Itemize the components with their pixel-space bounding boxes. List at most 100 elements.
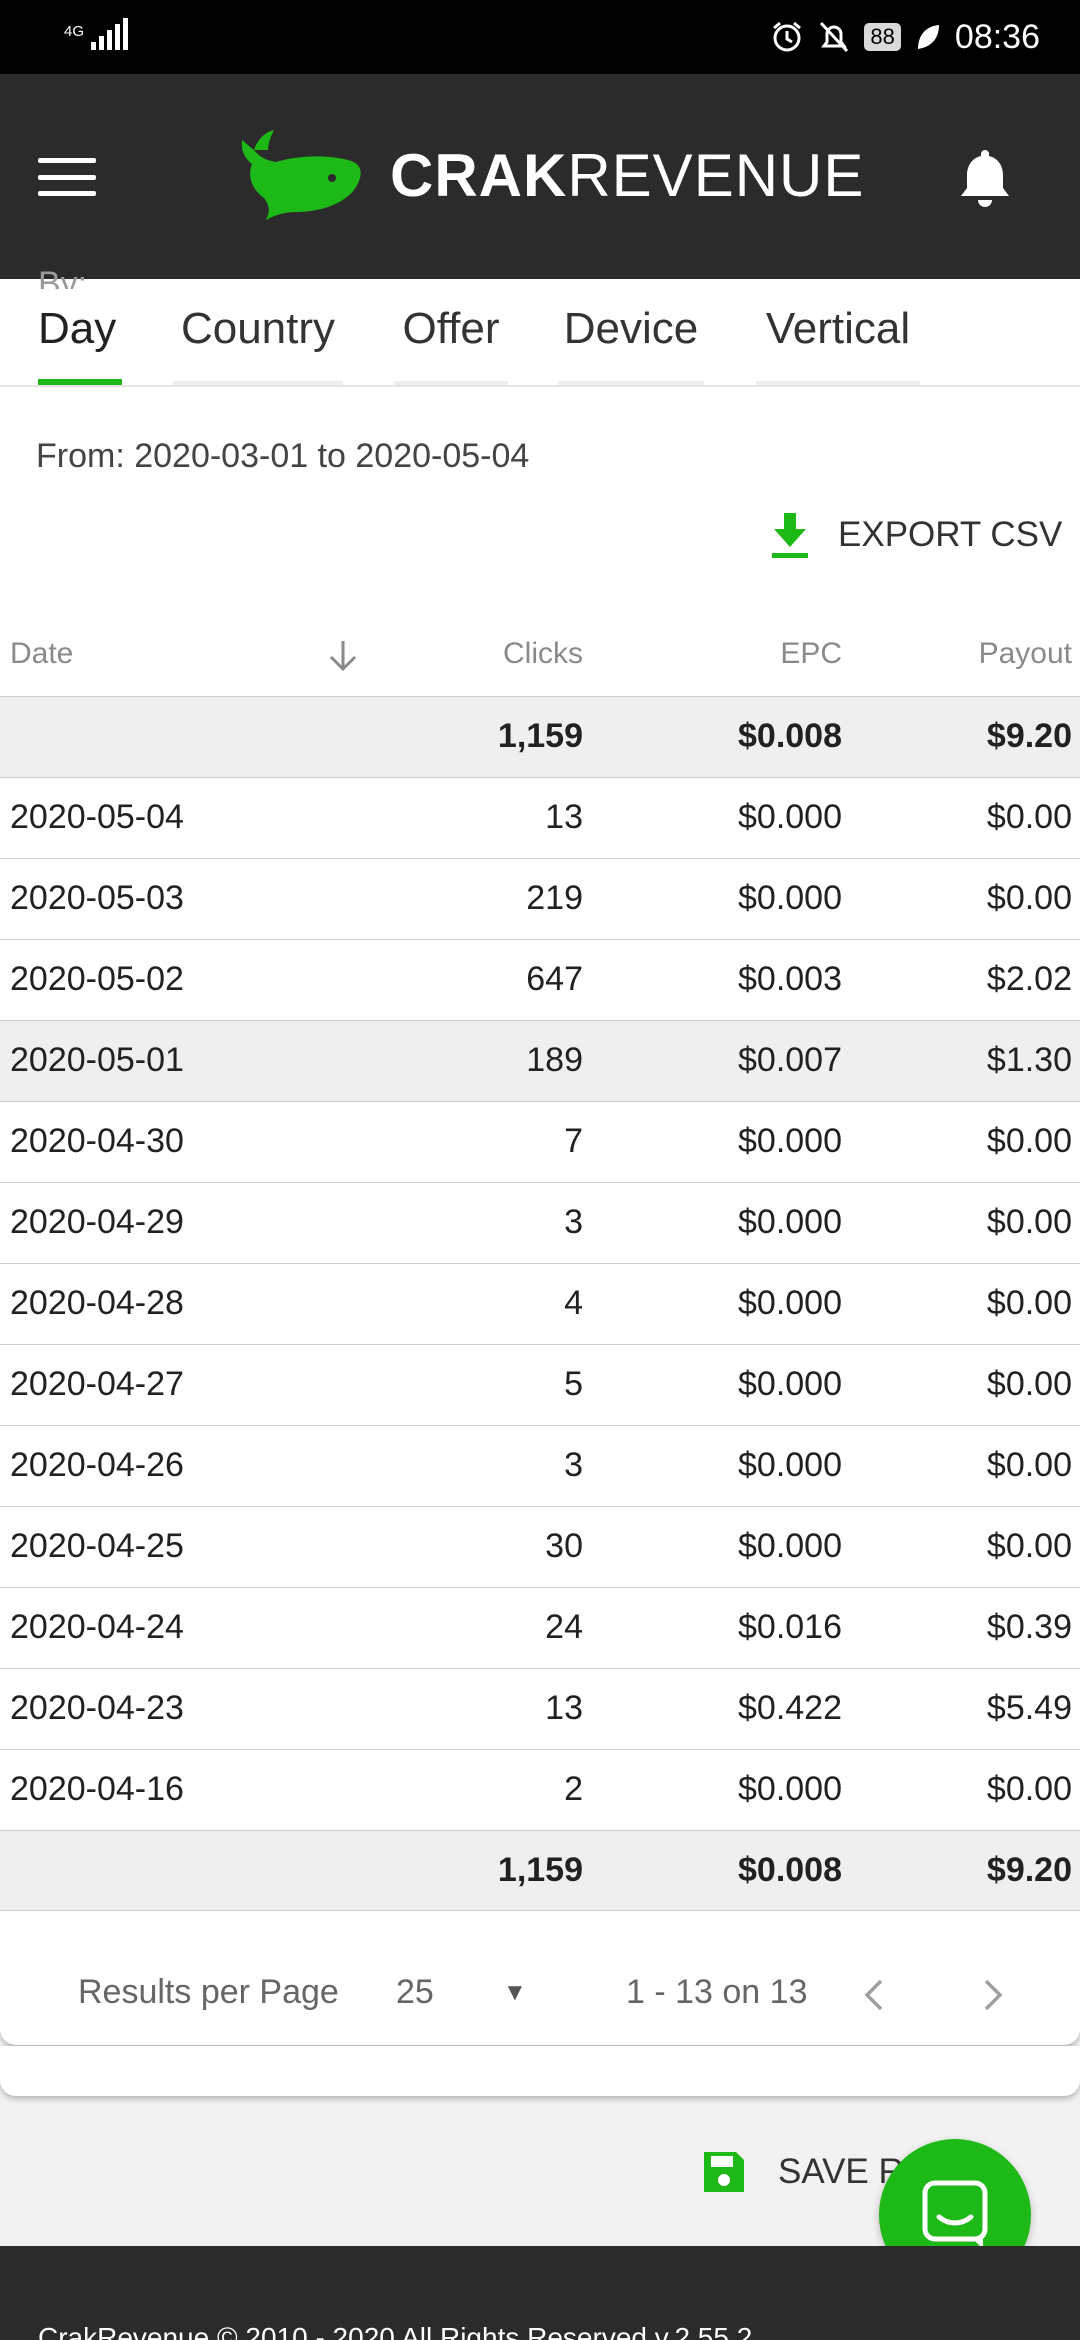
crakrevenue-logo[interactable]: CRAKREVENUE	[240, 128, 864, 222]
cell-date: 2020-04-28	[10, 1284, 184, 1322]
table-row: 2020-04-29 3 $0.000 $0.00	[0, 1182, 1080, 1263]
col-date[interactable]: Date	[10, 624, 73, 684]
dropdown-caret-icon[interactable]: ▼	[503, 1979, 527, 2007]
cell-date: 2020-04-29	[10, 1203, 184, 1241]
cell-payout: $0.00	[986, 1446, 1072, 1484]
cell-clicks: 13	[545, 1689, 583, 1727]
whale-logo-icon	[241, 130, 361, 220]
cell-clicks: 5	[564, 1365, 583, 1403]
export-csv-button[interactable]: EXPORT CSV	[770, 511, 1062, 559]
table-row: 2020-05-03 219 $0.000 $0.00	[0, 858, 1080, 939]
cell-payout: $0.00	[986, 1365, 1072, 1403]
date-range-text: From: 2020-03-01 to 2020-05-04	[36, 437, 530, 475]
col-epc[interactable]: EPC	[780, 624, 842, 684]
cell-clicks: 7	[564, 1122, 583, 1160]
secondary-card	[0, 2046, 1080, 2096]
leaf-icon	[917, 25, 939, 49]
cell-epc: $0.000	[738, 798, 842, 836]
cell-clicks: 13	[545, 798, 583, 836]
table-row: 2020-04-26 3 $0.000 $0.00	[0, 1425, 1080, 1506]
cell-payout: $0.00	[986, 1122, 1072, 1160]
col-clicks[interactable]: Clicks	[503, 624, 583, 684]
app-header: CRAKREVENUE	[0, 74, 1080, 279]
table-total-row: 1,159 $0.008 $9.20	[0, 696, 1080, 777]
cell-epc: $0.000	[738, 1365, 842, 1403]
cell-clicks: 4	[564, 1284, 583, 1322]
cell-payout: $0.00	[986, 1284, 1072, 1322]
table-row: 2020-04-27 5 $0.000 $0.00	[0, 1344, 1080, 1425]
network-type: 4G	[64, 23, 85, 40]
tab-vertical[interactable]: Vertical	[756, 299, 920, 385]
cell-date: 2020-04-26	[10, 1446, 184, 1484]
tab-offer[interactable]: Offer	[394, 299, 508, 385]
download-icon	[772, 513, 808, 558]
results-per-page-label: Results per Page	[78, 1973, 339, 2011]
export-csv-label: EXPORT CSV	[838, 515, 1063, 554]
cell-clicks: 3	[564, 1203, 583, 1241]
cell-date: 2020-05-03	[10, 879, 184, 917]
cell-epc: $0.422	[738, 1689, 842, 1727]
table-row: 2020-04-16 2 $0.000 $0.00	[0, 1749, 1080, 1830]
cell-payout: $0.00	[986, 798, 1072, 836]
chevron-right-icon[interactable]	[972, 1975, 1012, 2015]
col-payout[interactable]: Payout	[979, 624, 1072, 684]
cell-date: 2020-05-02	[10, 960, 184, 998]
report-card: By: Day Country Offer Device Vertical Fr…	[0, 265, 1080, 2045]
cell-payout: $9.20	[986, 717, 1072, 755]
battery-level: 88	[864, 23, 901, 51]
table-row: 2020-05-02 647 $0.003 $2.02	[0, 939, 1080, 1020]
pagination: Results per Page 25 ▼ 1 - 13 on 13	[0, 1965, 1080, 2045]
cell-date: 2020-05-01	[10, 1041, 184, 1079]
cell-clicks: 189	[526, 1041, 583, 1079]
cell-date: 2020-05-04	[10, 798, 184, 836]
cell-epc: $0.000	[738, 1284, 842, 1322]
table-row: 2020-04-25 30 $0.000 $0.00	[0, 1506, 1080, 1587]
tab-country[interactable]: Country	[173, 299, 343, 385]
tabs-divider	[0, 385, 1080, 387]
cell-payout: $0.00	[986, 1527, 1072, 1565]
cell-payout: $9.20	[986, 1851, 1072, 1889]
tab-device[interactable]: Device	[558, 299, 704, 385]
table-row: 2020-04-23 13 $0.422 $5.49	[0, 1668, 1080, 1749]
cell-payout: $0.39	[986, 1608, 1072, 1646]
chat-icon	[922, 2180, 988, 2249]
cell-date: 2020-04-27	[10, 1365, 184, 1403]
cell-payout: $1.30	[986, 1041, 1072, 1079]
cell-clicks: 1,159	[497, 1851, 583, 1889]
bell-icon[interactable]	[955, 146, 1015, 210]
cell-clicks: 1,159	[497, 717, 583, 755]
cell-epc: $0.016	[738, 1608, 842, 1646]
cell-clicks: 3	[564, 1446, 583, 1484]
tab-day[interactable]: Day	[38, 299, 122, 385]
save-icon	[704, 2152, 744, 2192]
page-range-text: 1 - 13 on 13	[626, 1973, 808, 2011]
cell-epc: $0.007	[738, 1041, 842, 1079]
cell-clicks: 219	[526, 879, 583, 917]
cell-payout: $5.49	[986, 1689, 1072, 1727]
chevron-left-icon[interactable]	[855, 1975, 895, 2015]
table-row: 2020-05-01 189 $0.007 $1.30	[0, 1020, 1080, 1101]
cell-clicks: 647	[526, 960, 583, 998]
table-row: 2020-04-30 7 $0.000 $0.00	[0, 1101, 1080, 1182]
cell-epc: $0.000	[738, 1527, 842, 1565]
status-bar: 4G 88 08:36	[0, 0, 1080, 74]
cell-clicks: 2	[564, 1770, 583, 1808]
footer-copyright: CrakRevenue © 2010 - 2020 All Rights Res…	[38, 2322, 753, 2340]
group-by-label: By:	[38, 265, 88, 289]
cell-payout: $0.00	[986, 1203, 1072, 1241]
hamburger-icon[interactable]	[38, 158, 96, 196]
sort-down-arrow-icon[interactable]	[325, 638, 361, 674]
cell-epc: $0.000	[738, 1446, 842, 1484]
logo-text: CRAKREVENUE	[390, 141, 865, 209]
table-row: 2020-04-28 4 $0.000 $0.00	[0, 1263, 1080, 1344]
cell-epc: $0.000	[738, 1122, 842, 1160]
cell-date: 2020-04-23	[10, 1689, 184, 1727]
mute-bell-icon	[820, 21, 849, 53]
group-by-tabs: Day Country Offer Device Vertical	[0, 299, 1080, 385]
cell-epc: $0.000	[738, 1770, 842, 1808]
footer: CrakRevenue © 2010 - 2020 All Rights Res…	[0, 2246, 1080, 2340]
cell-payout: $0.00	[986, 1770, 1072, 1808]
cell-epc: $0.008	[738, 717, 842, 755]
table-header: Date Clicks EPC Payout	[0, 624, 1080, 696]
cell-epc: $0.000	[738, 1203, 842, 1241]
